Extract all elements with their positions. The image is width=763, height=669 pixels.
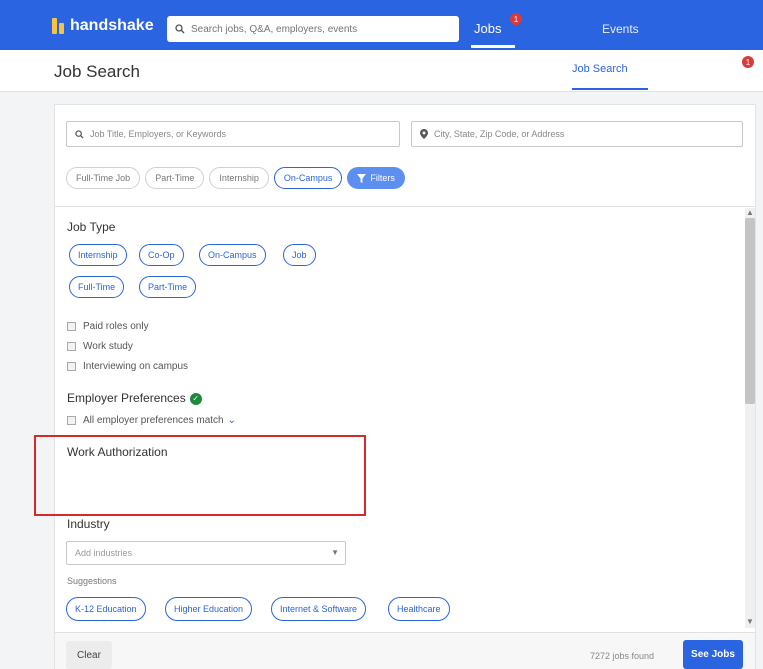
tab-job-search[interactable]: Job Search	[572, 63, 628, 75]
results-count: 7272 jobs found	[590, 651, 655, 661]
checkbox-work-study[interactable]: Work study	[67, 341, 133, 352]
verified-check-icon: ✓	[189, 392, 202, 405]
scrollbar-thumb[interactable]	[745, 218, 755, 404]
tab-active-underline	[572, 88, 648, 90]
quick-filter-chips: Full-Time Job Part-Time Internship On-Ca…	[66, 167, 405, 189]
checkbox-label: Interviewing on campus	[83, 361, 189, 372]
see-jobs-button[interactable]: See Jobs	[683, 640, 743, 669]
checkbox-label: Paid roles only	[83, 321, 149, 332]
industry-placeholder: Add industries	[75, 548, 133, 558]
global-search-input[interactable]	[191, 23, 451, 35]
keywords-placeholder: Job Title, Employers, or Keywords	[90, 129, 227, 139]
suggestion-k12[interactable]: K-12 Education	[66, 597, 146, 621]
suggestion-internet-software[interactable]: Internet & Software	[271, 597, 367, 621]
top-nav-bar: handshake Jobs 1 Events	[0, 0, 763, 50]
search-icon	[75, 129, 84, 139]
employer-prefs-title: Employer Preferences ✓	[67, 391, 202, 405]
suggestion-healthcare[interactable]: Healthcare	[388, 597, 450, 621]
checkbox-box[interactable]	[67, 322, 76, 331]
pill-co-op[interactable]: Co-Op	[139, 244, 184, 266]
chevron-down-icon[interactable]: ⌄	[228, 415, 236, 426]
checkbox-label: Work study	[83, 341, 133, 352]
suggestion-higher-ed[interactable]: Higher Education	[165, 597, 253, 621]
nav-jobs[interactable]: Jobs 1	[471, 13, 522, 48]
chip-full-time-job[interactable]: Full-Time Job	[66, 167, 141, 189]
employer-prefs-label: Employer Preferences	[67, 391, 186, 405]
brand-name: handshake	[70, 17, 154, 34]
chip-internship[interactable]: Internship	[209, 167, 269, 189]
pill-full-time[interactable]: Full-Time	[69, 276, 125, 298]
nav-events[interactable]: Events	[602, 22, 639, 36]
industry-select[interactable]: Add industries ▼	[66, 541, 346, 565]
location-field[interactable]: City, State, Zip Code, or Address	[411, 121, 743, 147]
nav-jobs-badge: 1	[510, 13, 522, 25]
handshake-logo[interactable]: handshake	[52, 17, 154, 35]
handshake-logo-icon	[52, 18, 65, 34]
pill-part-time[interactable]: Part-Time	[139, 276, 197, 298]
caret-down-icon: ▼	[331, 548, 339, 557]
location-pin-icon	[420, 129, 428, 139]
scroll-down-icon[interactable]: ▼	[745, 617, 755, 626]
highlight-annotation	[34, 435, 366, 516]
checkbox-label: All employer preferences match	[83, 415, 224, 426]
page-title: Job Search	[54, 62, 140, 81]
keywords-field[interactable]: Job Title, Employers, or Keywords	[66, 121, 400, 147]
nav-jobs-underline	[471, 45, 515, 48]
pill-job[interactable]: Job	[283, 244, 316, 266]
checkbox-employer-prefs[interactable]: All employer preferences match ⌄	[67, 415, 236, 426]
filters-button[interactable]: Filters	[347, 167, 405, 189]
job-type-title: Job Type	[67, 220, 116, 234]
checkbox-box[interactable]	[67, 362, 76, 371]
global-search[interactable]	[167, 16, 459, 42]
notification-badge: 1	[742, 56, 754, 68]
checkbox-interviewing[interactable]: Interviewing on campus	[67, 361, 188, 372]
industry-title: Industry	[67, 517, 110, 531]
suggestions-label: Suggestions	[67, 576, 117, 586]
pill-on-campus[interactable]: On-Campus	[199, 244, 266, 266]
filter-icon	[357, 173, 367, 183]
page-header: Job Search Job Search 1	[0, 50, 763, 92]
search-icon	[175, 24, 185, 34]
nav-jobs-label: Jobs	[474, 21, 502, 36]
pill-internship[interactable]: Internship	[69, 244, 127, 266]
chip-on-campus[interactable]: On-Campus	[273, 167, 343, 189]
filters-label: Filters	[370, 173, 395, 183]
chip-part-time[interactable]: Part-Time	[145, 167, 205, 189]
checkbox-box[interactable]	[67, 416, 76, 425]
checkbox-box[interactable]	[67, 342, 76, 351]
checkbox-paid-roles[interactable]: Paid roles only	[67, 321, 149, 332]
scroll-up-icon[interactable]: ▲	[745, 208, 755, 217]
clear-button[interactable]: Clear	[66, 641, 112, 669]
location-placeholder: City, State, Zip Code, or Address	[434, 129, 565, 139]
